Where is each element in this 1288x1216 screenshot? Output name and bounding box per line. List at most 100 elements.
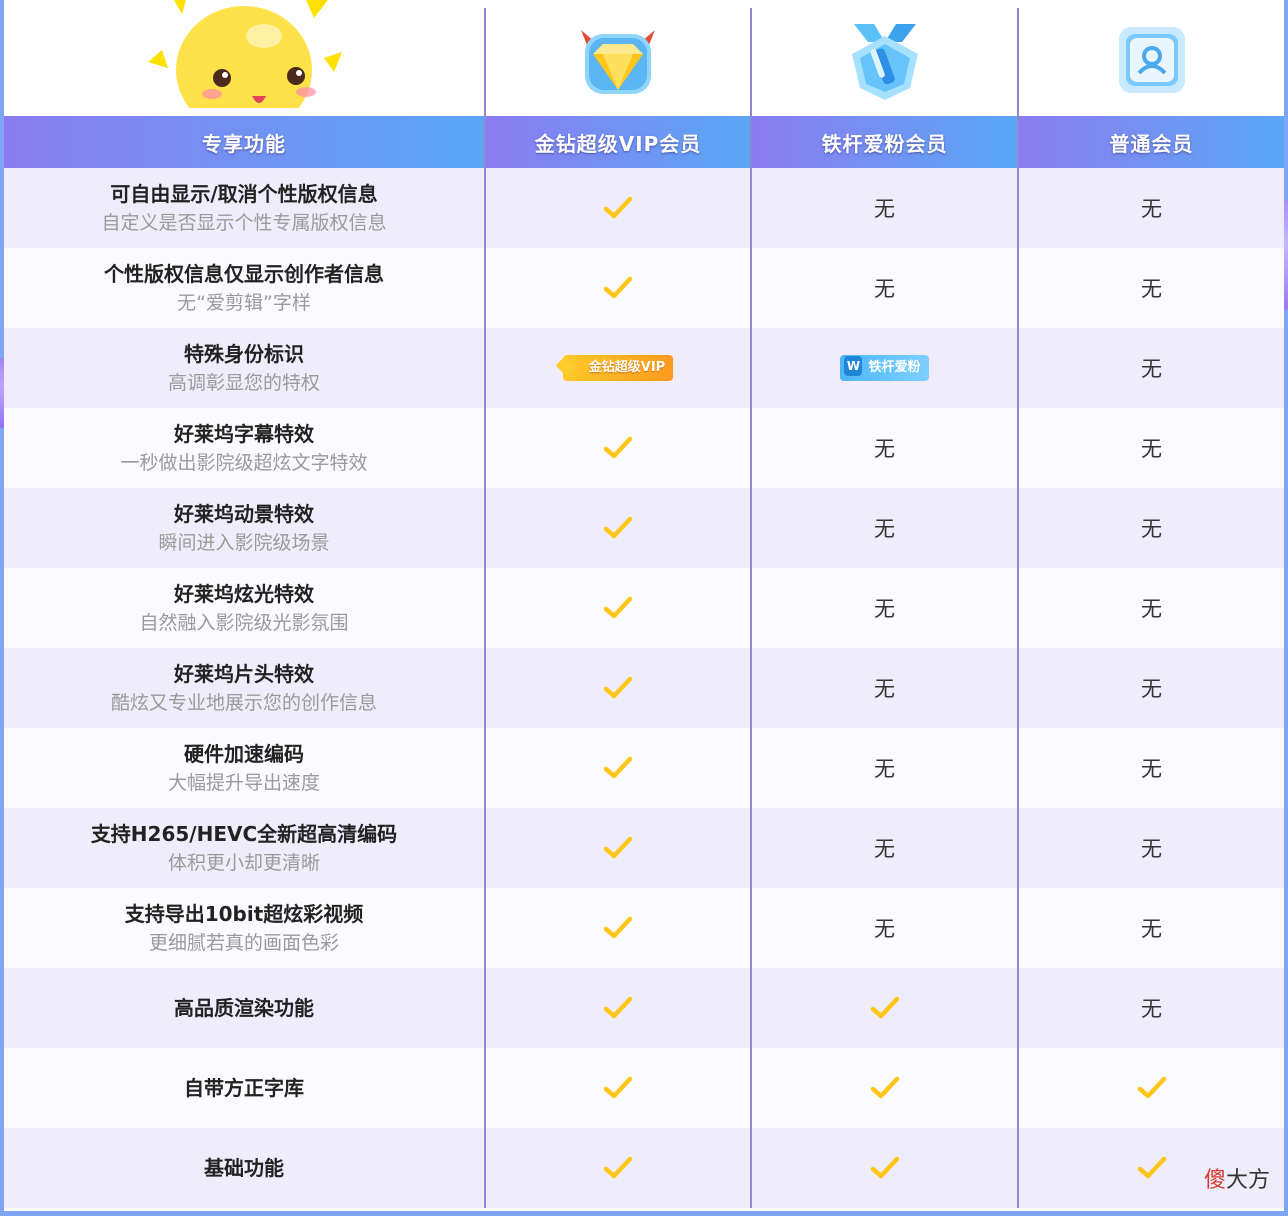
table-row: 支持H265/HEVC全新超高清编码 体积更小却更清晰 无 无 bbox=[4, 808, 1284, 888]
fan-value-cell: 无 bbox=[750, 408, 1018, 488]
feature-desc: 自定义是否显示个性专属版权信息 bbox=[101, 212, 387, 234]
check-mark bbox=[603, 276, 633, 299]
fan-value-cell bbox=[750, 968, 1018, 1048]
normal-value-cell bbox=[1017, 1048, 1284, 1128]
feature-name: 可自由显示/取消个性版权信息 bbox=[110, 182, 378, 206]
checkmark-icon bbox=[603, 276, 633, 299]
check-mark bbox=[603, 836, 633, 859]
table-row: 高品质渲染功能 无 bbox=[4, 968, 1284, 1048]
check-mark bbox=[603, 436, 633, 459]
fan-value-cell: 无 bbox=[750, 488, 1018, 568]
none-label: 无 bbox=[1141, 437, 1162, 461]
checkmark-icon bbox=[603, 1156, 633, 1179]
check-mark bbox=[870, 1156, 900, 1179]
none-label: 无 bbox=[874, 917, 895, 941]
feature-name: 好莱坞字幕特效 bbox=[174, 422, 314, 446]
feature-cell: 基础功能 bbox=[4, 1128, 485, 1208]
none-label: 无 bbox=[874, 277, 895, 301]
checkmark-icon bbox=[603, 516, 633, 539]
watermark: 傻大方 bbox=[1204, 1162, 1270, 1194]
feature-name: 高品质渲染功能 bbox=[174, 996, 314, 1020]
check-mark bbox=[1137, 1156, 1167, 1179]
check-mark bbox=[603, 916, 633, 939]
checkmark-icon bbox=[870, 996, 899, 1019]
table-row: 可自由显示/取消个性版权信息 自定义是否显示个性专属版权信息 无 无 bbox=[4, 168, 1284, 248]
blue-fan-medal-icon bbox=[851, 24, 918, 100]
check-mark bbox=[603, 1156, 633, 1179]
feature-desc: 瞬间进入影院级场景 bbox=[158, 532, 330, 554]
vip-value-cell bbox=[484, 968, 751, 1048]
feature-cell: 高品质渲染功能 bbox=[4, 968, 485, 1048]
check-mark bbox=[603, 596, 633, 619]
watermark-red: 傻 bbox=[1203, 1168, 1226, 1193]
mascot-cell bbox=[4, 0, 485, 116]
normal-value-cell: 无 bbox=[1017, 648, 1284, 728]
feature-desc: 大幅提升导出速度 bbox=[167, 772, 320, 794]
vip-value-cell bbox=[484, 568, 751, 648]
feature-cell: 可自由显示/取消个性版权信息 自定义是否显示个性专属版权信息 bbox=[4, 168, 485, 248]
vip-value-cell bbox=[484, 408, 751, 488]
watermark-rest: 大方 bbox=[1225, 1168, 1270, 1193]
normal-value-cell: 无 bbox=[1017, 328, 1284, 408]
feature-cell: 好莱坞动景特效 瞬间进入影院级场景 bbox=[4, 488, 485, 568]
feature-cell: 硬件加速编码 大幅提升导出速度 bbox=[4, 728, 485, 808]
feature-desc: 高调彰显您的特权 bbox=[167, 372, 320, 394]
feature-name: 自带方正字库 bbox=[184, 1076, 304, 1100]
sun-mascot-icon bbox=[148, 0, 342, 108]
check-mark bbox=[870, 1076, 900, 1099]
feature-desc: 更细腻若真的画面色彩 bbox=[148, 932, 339, 954]
table-row: 好莱坞炫光特效自然融入影院级光影氛围 无 无 bbox=[4, 568, 1284, 648]
fan-value-cell: 无 bbox=[750, 568, 1018, 648]
icon-row bbox=[4, 0, 1284, 116]
feature-desc: 自然融入影院级光影氛围 bbox=[139, 612, 349, 634]
feature-name: 好莱坞片头特效 bbox=[174, 662, 314, 686]
feature-cell: 好莱坞字幕特效一秒做出影院级超炫文字特效 bbox=[4, 408, 485, 488]
normal-value-cell: 无 bbox=[1017, 568, 1284, 648]
feature-name: 硬件加速编码 bbox=[184, 742, 304, 766]
none-label: 无 bbox=[1141, 677, 1162, 701]
normal-value-cell: 无 bbox=[1017, 808, 1284, 888]
feature-desc: 一秒做出影院级超炫文字特效 bbox=[120, 452, 368, 474]
none-label: 无 bbox=[1141, 597, 1162, 621]
normal-value-cell: 无 bbox=[1017, 888, 1284, 968]
vip-icon-cell bbox=[484, 8, 751, 116]
none-label: 无 bbox=[874, 597, 895, 621]
normal-value-cell: 无 bbox=[1017, 168, 1284, 248]
table-row: 自带方正字库 bbox=[4, 1048, 1284, 1128]
feature-name: 支持导出10bit超炫彩视频 bbox=[124, 902, 364, 926]
checkmark-icon bbox=[603, 836, 633, 859]
feature-name: 好莱坞炫光特效 bbox=[174, 582, 314, 606]
table-row: 基础功能 bbox=[4, 1128, 1284, 1208]
feature-desc: 体积更小却更清晰 bbox=[167, 852, 320, 874]
fan-value-cell: 无 bbox=[750, 168, 1018, 248]
feature-cell: 好莱坞片头特效 酷炫又专业地展示您的创作信息 bbox=[4, 648, 485, 728]
feature-name: 个性版权信息仅显示创作者信息 bbox=[104, 262, 384, 286]
fan-value-cell: 无 bbox=[750, 728, 1018, 808]
checkmark-icon bbox=[603, 916, 633, 939]
normal-member-icon bbox=[1118, 27, 1185, 93]
fan-value-cell: 无 bbox=[750, 808, 1018, 888]
none-label: 无 bbox=[1141, 197, 1162, 221]
col-header-feature: 专享功能 bbox=[4, 116, 485, 168]
vip-value-cell bbox=[484, 488, 751, 568]
checkmark-icon bbox=[870, 1156, 899, 1179]
fan-icon-cell bbox=[750, 8, 1018, 116]
none-label: 无 bbox=[1141, 357, 1162, 381]
check-mark bbox=[603, 996, 633, 1019]
check-mark bbox=[603, 516, 633, 539]
normal-value-cell: 无 bbox=[1017, 488, 1284, 568]
none-label: 无 bbox=[874, 837, 895, 861]
fan-value-cell: 无 bbox=[750, 648, 1018, 728]
col-header-fan: 铁杆爱粉会员 bbox=[750, 116, 1018, 168]
feature-name: 支持H265/HEVC全新超高清编码 bbox=[90, 822, 398, 846]
feature-rows: 可自由显示/取消个性版权信息 自定义是否显示个性专属版权信息无无个性版权信息仅显示… bbox=[4, 168, 1284, 1208]
none-label: 无 bbox=[1141, 757, 1162, 781]
vip-value-cell bbox=[484, 1048, 751, 1128]
checkmark-icon bbox=[603, 596, 633, 619]
header-row: 专享功能 金钻超级VIP会员 铁杆爱粉会员 普通会员 bbox=[4, 116, 1284, 168]
check-mark bbox=[603, 1076, 633, 1099]
check-mark bbox=[603, 676, 633, 699]
checkmark-icon bbox=[1137, 1076, 1166, 1099]
fan-value-cell bbox=[750, 1048, 1018, 1128]
vip-value-cell bbox=[484, 1128, 751, 1208]
